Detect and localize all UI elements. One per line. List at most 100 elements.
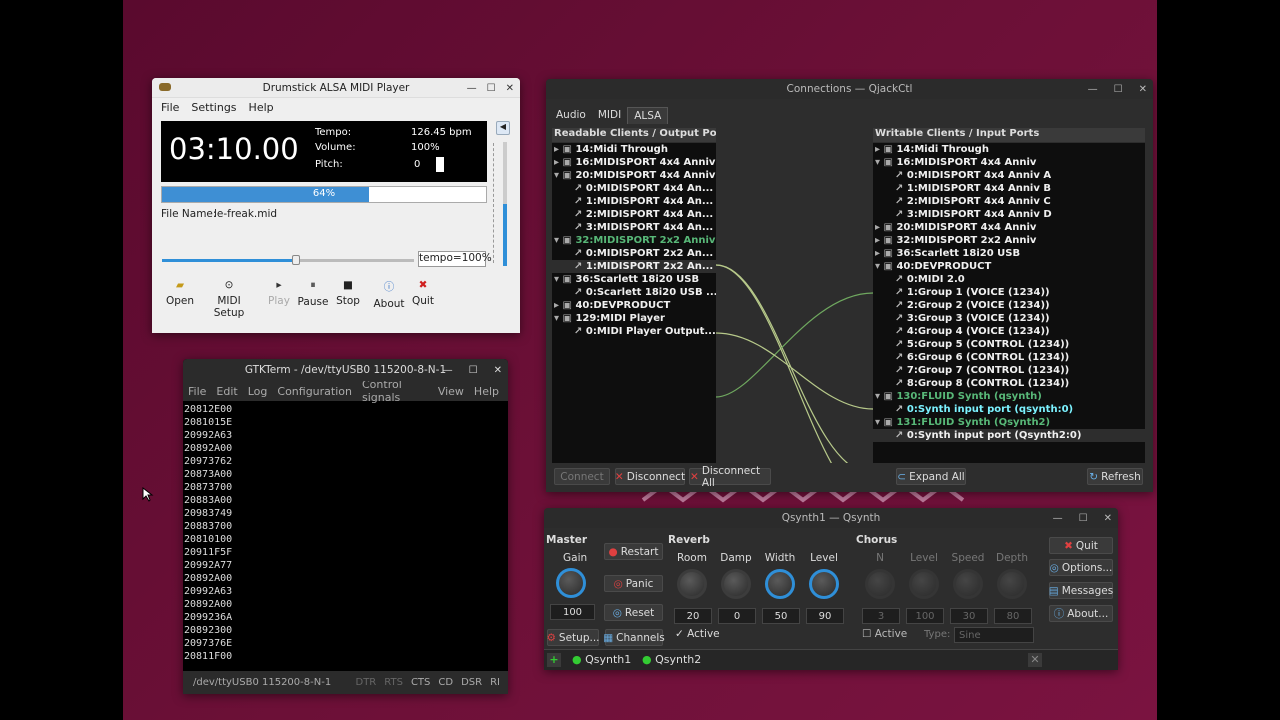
menu-view[interactable]: View [438, 385, 464, 398]
client-item[interactable]: ▾ ▣ 129:MIDI Player [552, 312, 716, 325]
maximize-icon[interactable]: ☐ [1079, 513, 1088, 524]
terminal-output[interactable]: 20812E00 2081015E 20992A63 20892A00 20973762… [183, 401, 508, 665]
chorus-spinbox[interactable]: 100 [906, 608, 944, 624]
reverb-spinbox[interactable]: 0 [718, 608, 756, 624]
port-item[interactable]: ↗ 7:Group 7 (CONTROL (1234)) [873, 364, 1145, 377]
port-item[interactable]: ↗ 6:Group 6 (CONTROL (1234)) [873, 351, 1145, 364]
about-button[interactable]: ⓘ About... [1049, 605, 1113, 622]
volume-slider[interactable] [503, 142, 507, 266]
channels-button[interactable]: ▦ Channels [603, 629, 665, 646]
port-item[interactable]: ↗ 8:Group 8 (CONTROL (1234)) [873, 377, 1145, 390]
chorus-spinbox[interactable]: 30 [950, 608, 988, 624]
port-item[interactable]: ↗ 2:MIDISPORT 4x4 An... [552, 208, 716, 221]
menu-help[interactable]: Help [249, 101, 274, 114]
messages-button[interactable]: ▤ Messages [1049, 582, 1113, 599]
stop-button[interactable]: ■ Stop [326, 279, 370, 307]
port-item[interactable]: ↗ 2:MIDISPORT 4x4 Anniv C [873, 195, 1145, 208]
tab-midi[interactable]: MIDI [592, 107, 627, 124]
port-item[interactable]: ↗ 5:Group 5 (CONTROL (1234)) [873, 338, 1145, 351]
client-item[interactable]: ▸ ▣ 36:Scarlett 18i20 USB [873, 247, 1145, 260]
disconnect-button[interactable]: ✕ Disconnect [615, 468, 685, 485]
speaker-icon[interactable]: ◀ [496, 121, 510, 135]
readable-clients-tree[interactable]: ▸ ▣ 14:Midi Through ▸ ▣ 16:MIDISPORT 4x4 … [552, 143, 716, 463]
chorus-knob[interactable] [865, 569, 895, 599]
open-button[interactable]: ▰ Open [158, 279, 202, 307]
setup-button[interactable]: ⚙ Setup... [547, 629, 600, 646]
client-item[interactable]: ▸ ▣ 40:DEVPRODUCT [552, 299, 716, 312]
reset-button[interactable]: ◎ Reset [604, 604, 663, 621]
tempo-spinbox[interactable]: tempo=100% [418, 251, 492, 267]
reverb-active-checkbox[interactable]: ✓ Active [675, 628, 720, 640]
tempo-slider[interactable] [162, 255, 414, 265]
minimize-icon[interactable]: — [443, 365, 453, 376]
menu-file[interactable]: File [188, 385, 206, 398]
port-item[interactable]: ↗ 0:MIDISPORT 2x2 An... [552, 247, 716, 260]
writable-clients-tree[interactable]: ▸ ▣ 14:Midi Through ▾ ▣ 16:MIDISPORT 4x4 … [873, 143, 1145, 463]
chorus-knob[interactable] [953, 569, 983, 599]
quit-button[interactable]: ✖ Quit [1049, 537, 1113, 554]
reverb-knob[interactable] [765, 569, 795, 599]
maximize-icon[interactable]: ☐ [487, 83, 496, 94]
menu-help[interactable]: Help [474, 385, 499, 398]
port-item[interactable]: ↗ 0:MIDI Player Output... [552, 325, 716, 338]
tab-alsa[interactable]: ALSA [627, 107, 669, 124]
port-item[interactable]: ↗ 1:Group 1 (VOICE (1234)) [873, 286, 1145, 299]
disconnect-all-button[interactable]: ✕ Disconnect All [689, 465, 771, 489]
connect-button[interactable]: Connect [554, 468, 610, 485]
tab-audio[interactable]: Audio [550, 107, 592, 124]
menu-log[interactable]: Log [248, 385, 268, 398]
maximize-icon[interactable]: ☐ [1114, 84, 1123, 95]
client-item[interactable]: ▸ ▣ 16:MIDISPORT 4x4 Anniv [552, 156, 716, 169]
client-item[interactable]: ▾ ▣ 32:MIDISPORT 2x2 Anniv [552, 234, 716, 247]
chorus-active-checkbox[interactable]: ☐ Active [862, 628, 907, 640]
client-item[interactable]: ▸ ▣ 14:Midi Through [552, 143, 716, 156]
port-item[interactable]: ↗ 3:Group 3 (VOICE (1234)) [873, 312, 1145, 325]
chorus-type-select[interactable]: Sine [954, 627, 1034, 643]
expand-all-button[interactable]: ⊂ Expand All [896, 468, 966, 485]
reverb-knob[interactable] [809, 569, 839, 599]
client-item[interactable]: ▾ ▣ 16:MIDISPORT 4x4 Anniv [873, 156, 1145, 169]
chorus-spinbox[interactable]: 80 [994, 608, 1032, 624]
minimize-icon[interactable]: — [1088, 84, 1098, 95]
add-engine-icon[interactable]: + [547, 653, 561, 667]
reverb-knob[interactable] [677, 569, 707, 599]
port-item[interactable]: ↗ 0:MIDISPORT 4x4 An... [552, 182, 716, 195]
menu-file[interactable]: File [161, 101, 179, 114]
port-item[interactable]: ↗ 0:MIDISPORT 4x4 Anniv A [873, 169, 1145, 182]
client-item[interactable]: ▸ ▣ 14:Midi Through [873, 143, 1145, 156]
port-item[interactable]: ↗ 3:MIDISPORT 4x4 Anniv D [873, 208, 1145, 221]
menu-edit[interactable]: Edit [216, 385, 237, 398]
close-engine-icon[interactable]: ✕ [1028, 653, 1042, 667]
panic-button[interactable]: ◎ Panic [604, 575, 663, 592]
options-button[interactable]: ◎ Options... [1049, 559, 1113, 576]
maximize-icon[interactable]: ☐ [469, 365, 478, 376]
chorus-knob[interactable] [909, 569, 939, 599]
gain-knob[interactable] [556, 568, 586, 598]
tab-qsynth2[interactable]: ● Qsynth2 [642, 653, 701, 666]
port-item[interactable]: ↗ 0:Synth input port (Qsynth2:0) [873, 429, 1145, 442]
port-item[interactable]: ↗ 1:MIDISPORT 4x4 Anniv B [873, 182, 1145, 195]
client-item[interactable]: ▾ ▣ 131:FLUID Synth (Qsynth2) [873, 416, 1145, 429]
client-item[interactable]: ▸ ▣ 20:MIDISPORT 4x4 Anniv [873, 221, 1145, 234]
client-item[interactable]: ▾ ▣ 20:MIDISPORT 4x4 Anniv [552, 169, 716, 182]
menu-settings[interactable]: Settings [191, 101, 236, 114]
port-item[interactable]: ↗ 1:MIDISPORT 4x4 An... [552, 195, 716, 208]
client-item[interactable]: ▾ ▣ 36:Scarlett 18i20 USB [552, 273, 716, 286]
client-item[interactable]: ▾ ▣ 130:FLUID Synth (qsynth) [873, 390, 1145, 403]
refresh-button[interactable]: ↻ Refresh [1087, 468, 1143, 485]
reverb-spinbox[interactable]: 90 [806, 608, 844, 624]
gain-spinbox[interactable]: 100 [550, 604, 595, 620]
port-item[interactable]: ↗ 3:MIDISPORT 4x4 An... [552, 221, 716, 234]
client-item[interactable]: ▾ ▣ 40:DEVPRODUCT [873, 260, 1145, 273]
close-icon[interactable]: ✕ [1104, 513, 1112, 524]
port-item[interactable]: ↗ 4:Group 4 (VOICE (1234)) [873, 325, 1145, 338]
port-item[interactable]: ↗ 0:Synth input port (qsynth:0) [873, 403, 1145, 416]
tab-qsynth1[interactable]: ● Qsynth1 [572, 653, 631, 666]
minimize-icon[interactable]: — [467, 83, 477, 94]
close-icon[interactable]: ✕ [494, 365, 502, 376]
reverb-knob[interactable] [721, 569, 751, 599]
close-icon[interactable]: ✕ [506, 83, 514, 94]
port-item[interactable]: ↗ 0:MIDI 2.0 [873, 273, 1145, 286]
readable-clients-header[interactable]: Readable Clients / Output Ports [552, 128, 716, 142]
reverb-spinbox[interactable]: 20 [674, 608, 712, 624]
